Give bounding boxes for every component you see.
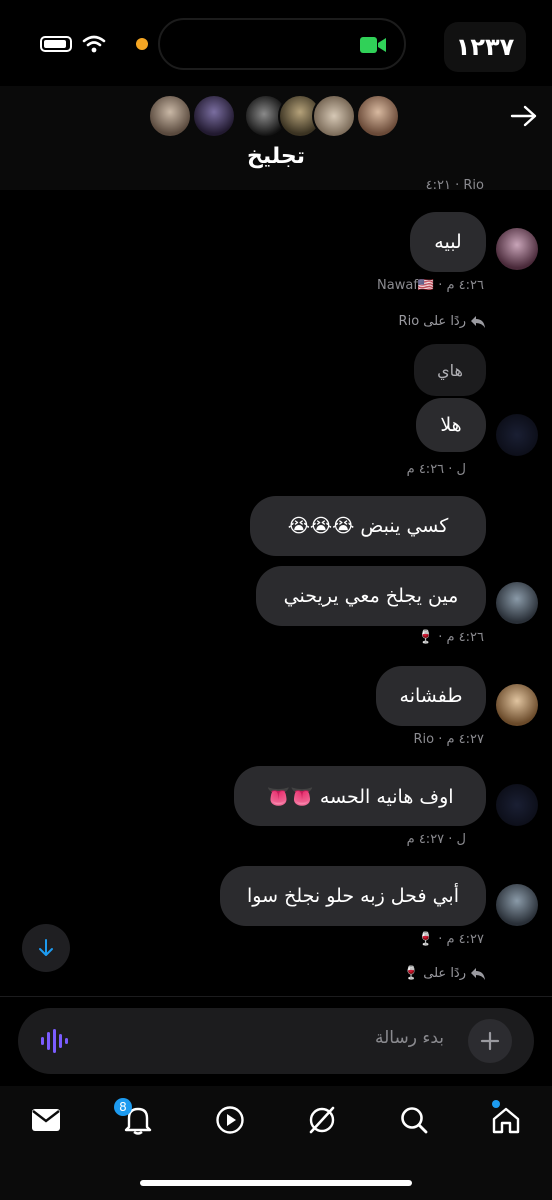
- participant-avatars[interactable]: [148, 94, 404, 138]
- avatar: [356, 94, 400, 138]
- message-bubble[interactable]: كسي ينبض 😭😭😭: [250, 496, 486, 556]
- status-bar: ١٢٣٧: [0, 0, 552, 90]
- reply-indicator: ردًا على Rio: [399, 314, 486, 329]
- home-unread-dot: [492, 1100, 500, 1108]
- notification-badge: 8: [114, 1098, 132, 1116]
- voice-message-icon[interactable]: [40, 1028, 68, 1054]
- avatar: [312, 94, 356, 138]
- tab-messages[interactable]: [28, 1102, 64, 1138]
- avatar: [148, 94, 192, 138]
- message-meta: ٤:٢١ · Rio: [425, 178, 484, 193]
- plus-icon: [480, 1031, 500, 1051]
- avatar[interactable]: [496, 784, 538, 826]
- reply-label: ردًا على 🍷: [402, 966, 466, 981]
- message-bubble[interactable]: هلا: [416, 398, 486, 452]
- wifi-icon: [82, 35, 106, 53]
- message-meta: 🍷 · ٤:٢٦ م: [417, 630, 484, 645]
- home-indicator: [140, 1180, 412, 1186]
- message-meta: 🍷 · ٤:٢٧ م: [417, 932, 484, 947]
- message-bubble[interactable]: اوف هانيه الحسه 👅👅: [234, 766, 486, 826]
- avatar[interactable]: [496, 414, 538, 456]
- avatar[interactable]: [496, 582, 538, 624]
- search-icon: [401, 1107, 428, 1134]
- arrow-down-icon: [39, 939, 53, 956]
- conversation-title[interactable]: تجليخ: [0, 144, 552, 169]
- avatar[interactable]: [496, 228, 538, 270]
- avatar[interactable]: [496, 884, 538, 926]
- tab-videos[interactable]: [212, 1102, 248, 1138]
- message-meta: Nawaf🇺🇸 · ٤:٢٦ م: [377, 278, 484, 293]
- back-arrow-icon[interactable]: [510, 104, 538, 128]
- reply-label: ردًا على Rio: [398, 314, 466, 329]
- chat-header: تجليخ: [0, 86, 552, 190]
- mic-indicator-icon: [136, 38, 148, 50]
- message-bubble[interactable]: طفشانه: [376, 666, 486, 726]
- message-composer[interactable]: بدء رسالة: [18, 1008, 534, 1074]
- reply-indicator: ردًا على 🍷: [403, 966, 486, 981]
- play-icon: [216, 1106, 244, 1134]
- quoted-message[interactable]: هاي: [414, 344, 486, 396]
- reply-icon: [471, 967, 485, 980]
- avatar[interactable]: [496, 684, 538, 726]
- reply-icon: [471, 315, 485, 328]
- mail-icon: [32, 1109, 60, 1131]
- battery-icon: [40, 36, 72, 52]
- dynamic-island[interactable]: [158, 18, 406, 70]
- message-meta: ل · ٤:٢٧ م: [406, 832, 466, 847]
- avatar: [192, 94, 236, 138]
- add-attachment-button[interactable]: [468, 1019, 512, 1063]
- grok-icon: [309, 1106, 335, 1134]
- scroll-to-bottom-button[interactable]: [22, 924, 70, 972]
- message-bubble[interactable]: أبي فحل زبه حلو نجلخ سوا: [220, 866, 486, 926]
- message-meta: Rio · ٤:٢٧ م: [413, 732, 484, 747]
- message-input[interactable]: بدء رسالة: [375, 1028, 444, 1048]
- tab-search[interactable]: [396, 1102, 432, 1138]
- home-icon: [492, 1107, 520, 1134]
- message-meta: ل · ٤:٢٦ م: [406, 462, 466, 477]
- status-time: ١٢٣٧: [444, 22, 526, 72]
- message-list[interactable]: ٤:٢١ · Rio لبيه Nawaf🇺🇸 · ٤:٢٦ م ردًا عل…: [0, 176, 552, 996]
- divider: [0, 996, 552, 997]
- facetime-icon: [360, 37, 386, 53]
- tab-grok[interactable]: [304, 1102, 340, 1138]
- message-bubble[interactable]: مين يجلخ معي يريحني: [256, 566, 486, 626]
- message-bubble[interactable]: لبيه: [410, 212, 486, 272]
